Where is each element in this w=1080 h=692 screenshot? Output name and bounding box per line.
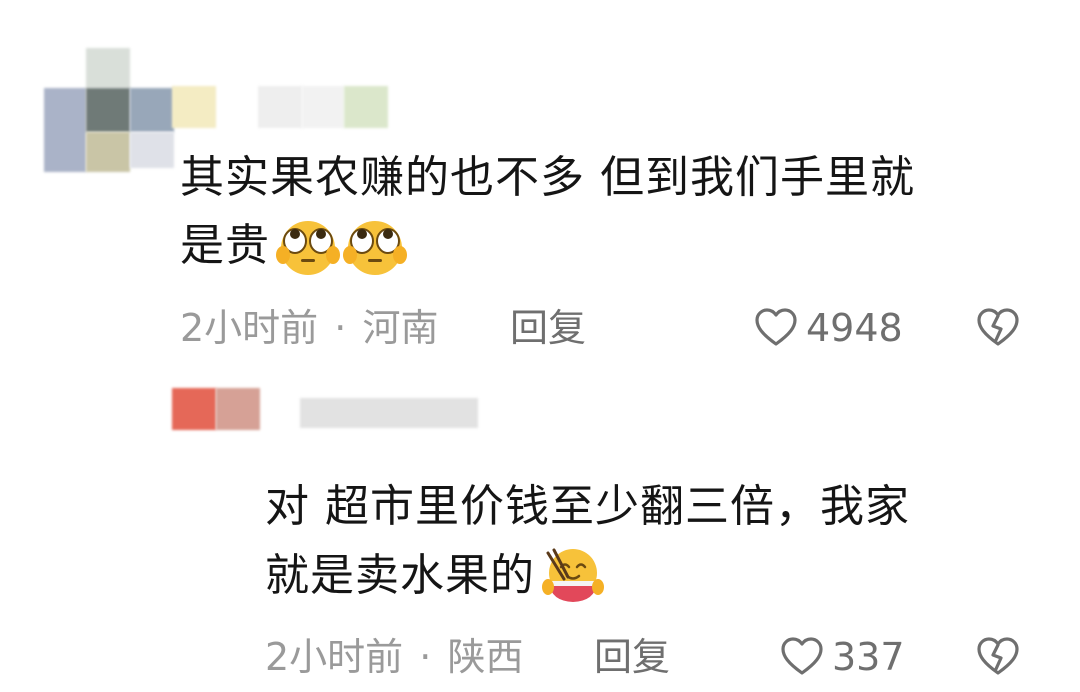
like-button[interactable]: 4948 [754,305,903,351]
comment-meta: 2小时前 · 陕西 [265,634,523,680]
eye-roll-emoji [342,215,408,277]
reply-button[interactable]: 回复 [594,634,670,680]
comment-time: 2小时前 [180,306,319,350]
like-count: 337 [832,635,905,679]
comment-text-line: 就是卖水果的 [265,550,535,601]
comment-text-line: 对 超市里价钱至少翻三倍，我家 [265,481,910,532]
dislike-button[interactable] [976,637,1020,677]
avatar[interactable] [172,388,262,430]
like-button[interactable]: 337 [780,634,905,680]
dislike-button[interactable] [976,308,1020,348]
heart-outline-icon [780,637,824,677]
reply-button[interactable]: 回复 [510,305,586,351]
broken-heart-icon [976,637,1020,677]
comment-text-line: 其实果农赚的也不多 但到我们手里就 [180,152,915,203]
comment-location: 河南 [362,306,439,350]
meta-separator: · [419,635,432,679]
comment-location: 陕西 [447,635,524,679]
like-count: 4948 [806,306,903,350]
avatar[interactable] [44,48,174,172]
username[interactable] [172,86,392,130]
username[interactable] [300,398,478,428]
comment-meta: 2小时前 · 河南 [180,305,438,351]
comment-text-line: 是贵 [180,220,270,271]
meta-separator: · [334,306,347,350]
eye-roll-emoji [275,215,341,277]
heart-outline-icon [754,308,798,348]
eating-noodles-emoji [540,545,606,607]
comment-time: 2小时前 [265,635,404,679]
broken-heart-icon [976,308,1020,348]
